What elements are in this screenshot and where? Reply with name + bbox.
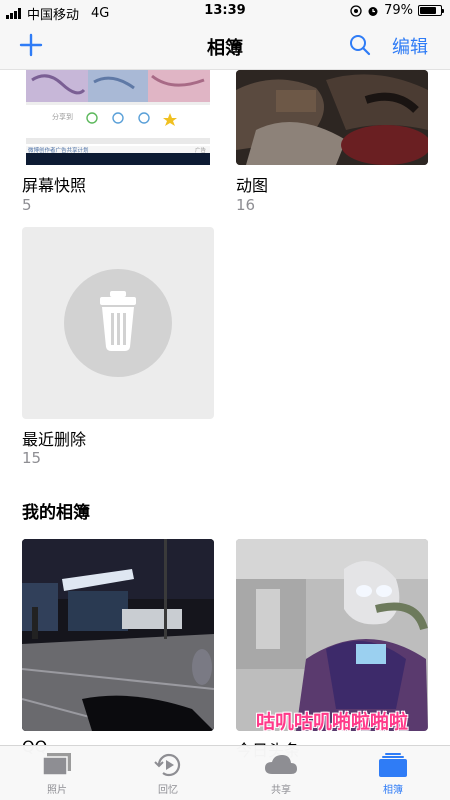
album-animated[interactable]: 动图 16 <box>236 70 428 220</box>
edit-button[interactable]: 编辑 <box>392 33 428 59</box>
search-icon[interactable] <box>348 33 372 57</box>
cloud-icon <box>265 755 297 774</box>
album-thumbnail <box>236 70 428 165</box>
battery-fill <box>420 7 436 14</box>
ad-caption: 微博创作者广告共享计划 <box>28 148 89 154</box>
tab-bar: 照片 回忆 共享 相簿 <box>0 745 450 800</box>
album-qq[interactable]: QQ <box>22 539 214 756</box>
alarm-icon <box>368 6 378 16</box>
ad-tag: 广告 <box>194 148 206 154</box>
tab-albums[interactable]: 相簿 <box>353 752 433 796</box>
album-title: 动图 <box>236 176 269 195</box>
tab-label: 照片 <box>47 785 67 796</box>
memories-icon <box>154 753 181 777</box>
location-lock-icon <box>350 4 362 17</box>
album-thumbnail <box>22 227 214 419</box>
tab-label: 共享 <box>271 785 291 796</box>
section-title-my-albums: 我的相簿 <box>22 503 90 523</box>
overlay-caption: 咕叽咕叽啪啦啪啦 <box>255 711 408 731</box>
album-screenshots[interactable]: 分享到 微博创作者广告共享计划 广告 屏幕快照 5 <box>22 70 214 220</box>
animated-preview <box>236 70 428 165</box>
tab-label: 相簿 <box>383 785 403 796</box>
album-thumbnail <box>22 539 214 731</box>
tab-photos[interactable]: 照片 <box>17 752 97 796</box>
qq-preview <box>22 539 214 731</box>
tab-memories[interactable]: 回忆 <box>128 752 208 796</box>
share-caption: 分享到 <box>52 113 73 121</box>
album-count: 16 <box>236 196 256 214</box>
album-thumbnail: 咕叽咕叽啪啦啪啦 <box>236 539 428 731</box>
albums-icon <box>379 753 407 777</box>
trash-icon <box>64 269 172 377</box>
tab-label: 回忆 <box>158 785 178 796</box>
album-count: 5 <box>22 196 32 214</box>
battery-percent: 79% <box>384 3 413 18</box>
battery-icon <box>418 5 444 16</box>
page-title: 相簿 <box>207 38 243 59</box>
album-toutiao[interactable]: 咕叽咕叽啪啦啪啦 今日头条 <box>236 539 428 760</box>
album-count: 15 <box>22 449 42 467</box>
status-bar: 中国移动 4G 13:39 79% <box>0 0 450 23</box>
toutiao-preview <box>236 539 428 731</box>
nav-bar: 相簿 编辑 <box>0 22 450 70</box>
album-title: 最近删除 <box>22 430 87 449</box>
status-right: 79% <box>350 3 444 18</box>
album-title: 屏幕快照 <box>22 176 87 195</box>
album-recently-deleted[interactable]: 最近删除 15 <box>22 227 214 472</box>
tab-shared[interactable]: 共享 <box>241 752 321 796</box>
photos-icon <box>42 753 71 776</box>
album-thumbnail: 分享到 微博创作者广告共享计划 广告 <box>22 70 214 165</box>
